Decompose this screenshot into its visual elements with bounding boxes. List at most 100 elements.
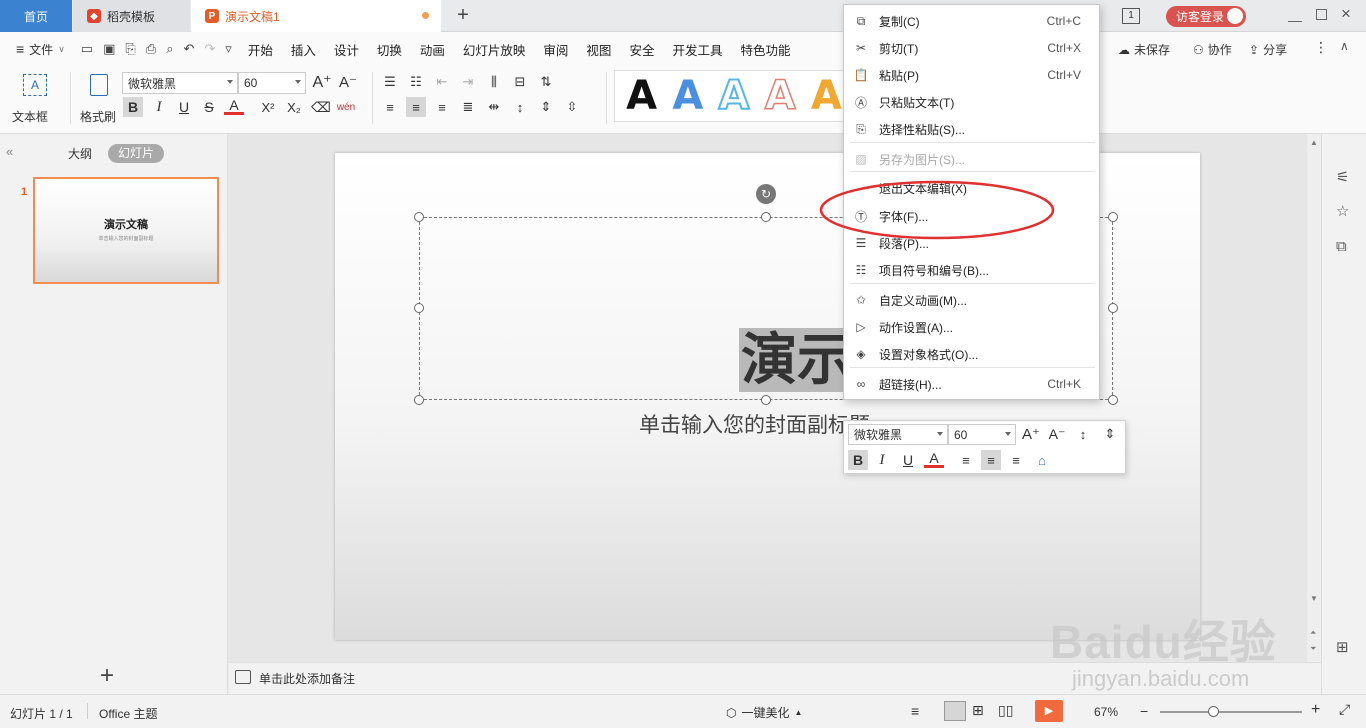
resize-handle[interactable] <box>414 212 424 222</box>
window-count-badge[interactable]: 1 <box>1122 8 1140 24</box>
normal-view-icon[interactable] <box>944 701 966 721</box>
bold-icon[interactable]: B <box>123 97 143 117</box>
mini-italic-icon[interactable]: I <box>872 450 892 470</box>
decrease-indent-icon[interactable]: ⇤ <box>432 72 452 92</box>
collaborate-button[interactable]: ⚇ 协作 <box>1193 41 1232 58</box>
ribbon-tab-0[interactable]: 开始 <box>248 40 273 59</box>
zoom-out-icon[interactable]: − <box>1140 703 1148 719</box>
mini-align-left-icon[interactable]: ≡ <box>956 450 976 470</box>
wordart-style-orange[interactable]: A <box>808 73 845 119</box>
print-icon[interactable]: ⎙ <box>146 41 156 57</box>
columns-icon[interactable]: ⫼ <box>484 72 504 92</box>
tab-document[interactable]: P 演示文稿1 <box>191 0 441 32</box>
tab-home[interactable]: 首页 <box>0 0 72 32</box>
reading-view-icon[interactable]: ▯▯ <box>998 702 1013 719</box>
bullet-list-icon[interactable]: ☰ <box>380 72 400 92</box>
context-menu-item-2[interactable]: 📋 粘贴(P) Ctrl+V <box>844 62 1099 88</box>
ribbon-tab-8[interactable]: 安全 <box>629 40 654 59</box>
paragraph-spacing-icon[interactable]: ⇕ <box>536 97 556 117</box>
zoom-slider[interactable] <box>1160 706 1302 717</box>
play-slideshow-button[interactable]: ▶ <box>1035 700 1063 722</box>
textbox-button[interactable]: A 文本框 <box>10 72 60 128</box>
slide-subtitle-text[interactable]: 单击输入您的封面副标题 <box>639 409 870 439</box>
undo-icon[interactable]: ↶ <box>183 41 194 57</box>
resize-handle[interactable] <box>761 395 771 405</box>
mini-shrink-font-icon[interactable]: A⁻ <box>1047 424 1067 444</box>
login-button[interactable]: 访客登录 <box>1166 6 1246 27</box>
resize-handle[interactable] <box>414 303 424 313</box>
resize-handle[interactable] <box>1108 303 1118 313</box>
slide-thumbnail[interactable]: 演示文稿 单击输入您的封面副标题 <box>33 177 219 284</box>
ribbon-tab-3[interactable]: 切换 <box>377 40 402 59</box>
align-right-icon[interactable]: ≡ <box>432 97 452 117</box>
sorter-view-icon[interactable]: ⊞ <box>972 702 984 719</box>
ribbon-tab-6[interactable]: 审阅 <box>543 40 568 59</box>
file-menu[interactable]: ≡ 文件 ∨ <box>16 41 65 58</box>
context-menu-item-10[interactable]: ✩ 自定义动画(M)... <box>844 287 1099 313</box>
font-size-select[interactable]: 60 <box>238 72 306 94</box>
fit-window-icon[interactable]: ⤢ <box>1339 701 1350 718</box>
context-menu-item-12[interactable]: ◈ 设置对象格式(O)... <box>844 341 1099 367</box>
subscript-icon[interactable]: X₂ <box>284 97 304 117</box>
notes-toggle-icon[interactable]: ≡ <box>911 703 919 719</box>
align-center-icon[interactable]: ≡ <box>406 97 426 117</box>
add-slide-button[interactable]: + <box>100 662 114 690</box>
copy-pages-icon[interactable]: ⧉ <box>1336 238 1347 255</box>
wordart-style-blue[interactable]: A <box>669 73 706 119</box>
new-tab-button[interactable]: + <box>452 4 474 26</box>
prev-slide-icon[interactable]: ⏶ <box>1310 628 1316 638</box>
export-icon[interactable]: ⎘ <box>125 41 135 57</box>
mini-line-spacing-icon[interactable]: ↕ <box>1073 424 1093 444</box>
share-button[interactable]: ⇪ 分享 <box>1249 41 1287 58</box>
zoom-level[interactable]: 67% <box>1094 705 1118 719</box>
unsaved-status[interactable]: ☁ 未保存 <box>1118 41 1170 58</box>
context-menu-item-4[interactable]: ⎘ 选择性粘贴(S)... <box>844 116 1099 142</box>
theme-name[interactable]: Office 主题 <box>99 705 157 722</box>
resize-handle[interactable] <box>761 212 771 222</box>
ribbon-tab-7[interactable]: 视图 <box>586 40 611 59</box>
save-icon[interactable]: ▣ <box>103 41 115 57</box>
resize-handle[interactable] <box>414 395 424 405</box>
tab-templates[interactable]: ◆ 稻壳模板 <box>73 0 190 32</box>
more-icon[interactable]: ⋮ <box>1314 39 1328 56</box>
superscript-icon[interactable]: X² <box>258 97 278 117</box>
next-slide-icon[interactable]: ⏷ <box>1310 644 1316 654</box>
ribbon-tab-1[interactable]: 插入 <box>291 40 316 59</box>
resize-handle[interactable] <box>1108 212 1118 222</box>
restore-icon[interactable] <box>1316 9 1327 20</box>
shrink-font-icon[interactable]: A⁻ <box>338 72 358 92</box>
mini-align-center-icon[interactable]: ≡ <box>981 450 1001 470</box>
preview-icon[interactable]: ⌕ <box>166 41 173 57</box>
ribbon-tab-4[interactable]: 动画 <box>420 40 445 59</box>
mini-para-spacing-icon[interactable]: ⇕ <box>1100 424 1120 444</box>
font-name-select[interactable]: 微软雅黑 <box>122 72 238 94</box>
slides-tab[interactable]: 幻灯片 <box>108 144 164 163</box>
scroll-up-icon[interactable]: ▲ <box>1310 138 1318 147</box>
justify-icon[interactable]: ≣ <box>458 97 478 117</box>
collapse-panel-icon[interactable]: « <box>6 144 13 159</box>
numbered-list-icon[interactable]: ☷ <box>406 72 426 92</box>
grow-font-icon[interactable]: A⁺ <box>312 72 332 92</box>
underline-icon[interactable]: U <box>174 97 194 117</box>
ribbon-tab-10[interactable]: 特色功能 <box>740 40 790 59</box>
mini-align-right-icon[interactable]: ≡ <box>1006 450 1026 470</box>
minimize-icon[interactable] <box>1288 8 1302 22</box>
mini-underline-icon[interactable]: U <box>898 450 918 470</box>
context-menu-item-3[interactable]: Ⓐ 只粘贴文本(T) <box>844 89 1099 115</box>
ribbon-tab-5[interactable]: 幻灯片放映 <box>463 40 526 59</box>
settings-sliders-icon[interactable]: ⚟ <box>1336 168 1349 186</box>
ribbon-tab-9[interactable]: 开发工具 <box>672 40 722 59</box>
font-color-icon[interactable]: A <box>224 97 244 115</box>
context-menu-item-13[interactable]: ∞ 超链接(H)... Ctrl+K <box>844 371 1099 397</box>
beautify-button[interactable]: ⬡ 一键美化 ▲ <box>726 704 802 721</box>
mini-format-painter-icon[interactable]: ⌂ <box>1032 450 1052 470</box>
ribbon-tab-2[interactable]: 设计 <box>334 40 359 59</box>
context-menu-item-11[interactable]: ▷ 动作设置(A)... <box>844 314 1099 340</box>
mini-grow-font-icon[interactable]: A⁺ <box>1021 424 1041 444</box>
line-spacing-icon[interactable]: ↕ <box>510 97 530 117</box>
strikethrough-icon[interactable]: S <box>199 97 219 117</box>
format-painter-button[interactable]: 格式刷 <box>78 72 120 128</box>
text-direction-icon[interactable]: ⇅ <box>536 72 556 92</box>
outline-tab[interactable]: 大纲 <box>68 145 92 162</box>
spacing-options-icon[interactable]: ⇳ <box>562 97 582 117</box>
